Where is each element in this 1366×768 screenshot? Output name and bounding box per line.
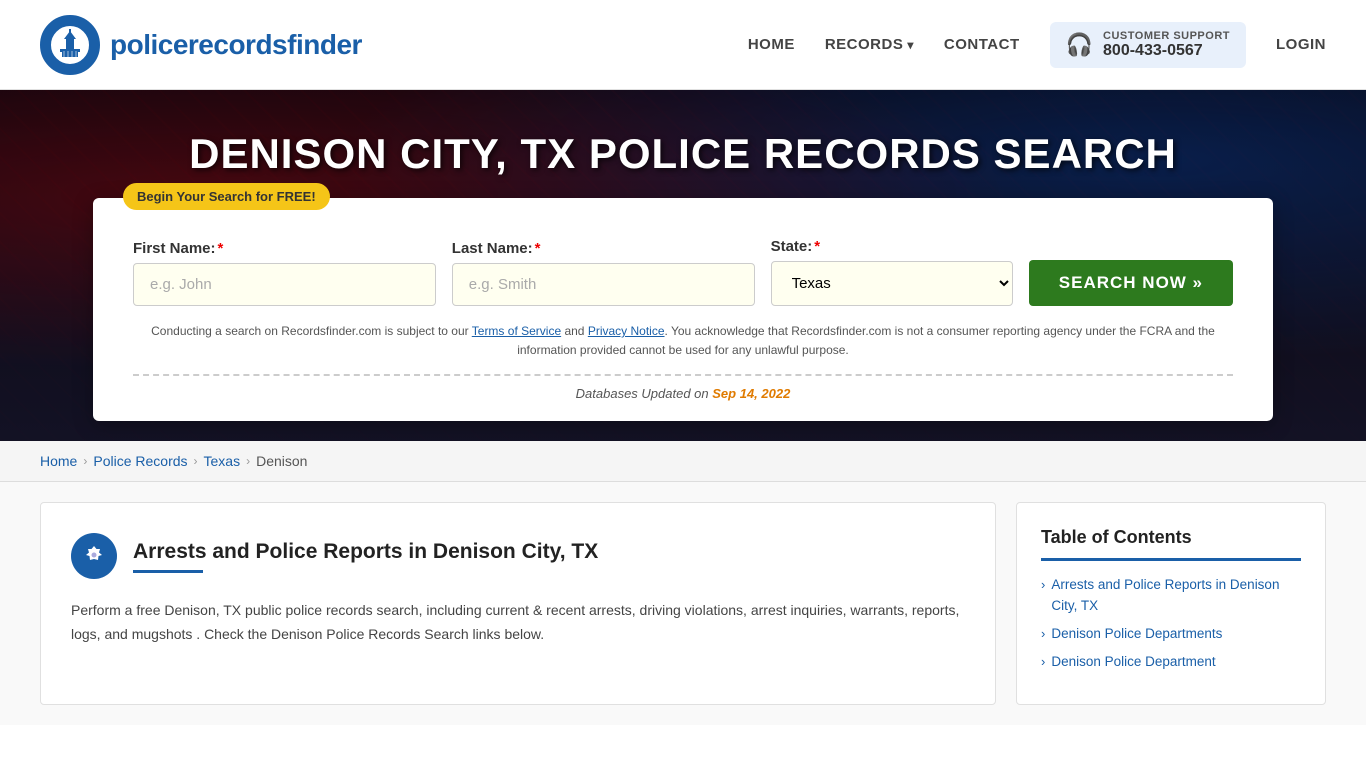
login-button[interactable]: LOGIN	[1276, 36, 1326, 53]
toc-list: › Arrests and Police Reports in Denison C…	[1041, 575, 1301, 672]
toc-divider	[1041, 558, 1301, 561]
logo-text: policerecordsfinder	[110, 29, 362, 61]
separator-icon: ›	[194, 454, 198, 468]
article-section: Arrests and Police Reports in Denison Ci…	[40, 502, 996, 705]
state-label: State:*	[771, 238, 1013, 255]
search-button[interactable]: SEARCH NOW »	[1029, 260, 1233, 306]
site-header: policerecordsfinder HOME RECORDS ▾ CONTA…	[0, 0, 1366, 90]
breadcrumb: Home › Police Records › Texas › Denison	[0, 441, 1366, 482]
separator-icon: ›	[246, 454, 250, 468]
badge-icon	[82, 544, 106, 568]
phone-icon: 🎧	[1066, 32, 1093, 58]
support-number: 800-433-0567	[1103, 42, 1230, 60]
main-nav: HOME RECORDS ▾ CONTACT 🎧 CUSTOMER SUPPOR…	[748, 22, 1326, 68]
nav-contact[interactable]: CONTACT	[944, 36, 1020, 53]
toc-section: Table of Contents › Arrests and Police Re…	[1016, 502, 1326, 705]
privacy-link[interactable]: Privacy Notice	[588, 324, 665, 338]
search-card: Begin Your Search for FREE! First Name:*…	[93, 198, 1273, 421]
logo-icon	[40, 15, 100, 75]
toc-link[interactable]: Arrests and Police Reports in Denison Ci…	[1051, 575, 1301, 616]
breadcrumb-state[interactable]: Texas	[204, 453, 241, 469]
separator-icon: ›	[83, 454, 87, 468]
chevron-right-icon: ›	[1041, 654, 1045, 669]
breadcrumb-current: Denison	[256, 453, 307, 469]
free-badge: Begin Your Search for FREE!	[123, 183, 330, 210]
toc-title: Table of Contents	[1041, 527, 1301, 548]
divider	[133, 374, 1233, 376]
page-title: DENISON CITY, TX POLICE RECORDS SEARCH	[169, 90, 1197, 198]
nav-records[interactable]: RECORDS ▾	[825, 36, 914, 53]
article-underline	[133, 570, 203, 573]
search-fields: First Name:* Last Name:* State:* Alabama…	[133, 238, 1233, 306]
toc-item: › Denison Police Department	[1041, 652, 1301, 672]
chevron-down-icon: ▾	[907, 38, 914, 52]
first-name-label: First Name:*	[133, 240, 436, 257]
first-name-input[interactable]	[133, 263, 436, 306]
nav-home[interactable]: HOME	[748, 36, 795, 53]
tos-link[interactable]: Terms of Service	[472, 324, 561, 338]
article-header: Arrests and Police Reports in Denison Ci…	[71, 533, 965, 579]
chevron-right-icon: ›	[1041, 577, 1045, 592]
chevron-right-icon: ›	[1041, 626, 1045, 641]
last-name-label: Last Name:*	[452, 240, 755, 257]
state-select[interactable]: AlabamaAlaskaArizonaArkansasCaliforniaCo…	[771, 261, 1013, 306]
legal-text: Conducting a search on Recordsfinder.com…	[133, 322, 1233, 360]
main-content: Arrests and Police Reports in Denison Ci…	[0, 482, 1366, 725]
logo-area: policerecordsfinder	[40, 15, 362, 75]
db-updated: Databases Updated on Sep 14, 2022	[133, 386, 1233, 401]
hero-section: DENISON CITY, TX POLICE RECORDS SEARCH B…	[0, 90, 1366, 441]
support-label: CUSTOMER SUPPORT	[1103, 30, 1230, 42]
article-icon	[71, 533, 117, 579]
breadcrumb-home[interactable]: Home	[40, 453, 77, 469]
article-body: Perform a free Denison, TX public police…	[71, 599, 965, 647]
toc-item: › Arrests and Police Reports in Denison C…	[1041, 575, 1301, 616]
breadcrumb-police-records[interactable]: Police Records	[93, 453, 187, 469]
support-box: 🎧 CUSTOMER SUPPORT 800-433-0567	[1050, 22, 1246, 68]
first-name-group: First Name:*	[133, 240, 436, 306]
last-name-input[interactable]	[452, 263, 755, 306]
toc-link[interactable]: Denison Police Department	[1051, 652, 1215, 672]
article-title: Arrests and Police Reports in Denison Ci…	[133, 540, 598, 564]
state-group: State:* AlabamaAlaskaArizonaArkansasCali…	[771, 238, 1013, 306]
toc-item: › Denison Police Departments	[1041, 624, 1301, 644]
toc-link[interactable]: Denison Police Departments	[1051, 624, 1222, 644]
last-name-group: Last Name:*	[452, 240, 755, 306]
